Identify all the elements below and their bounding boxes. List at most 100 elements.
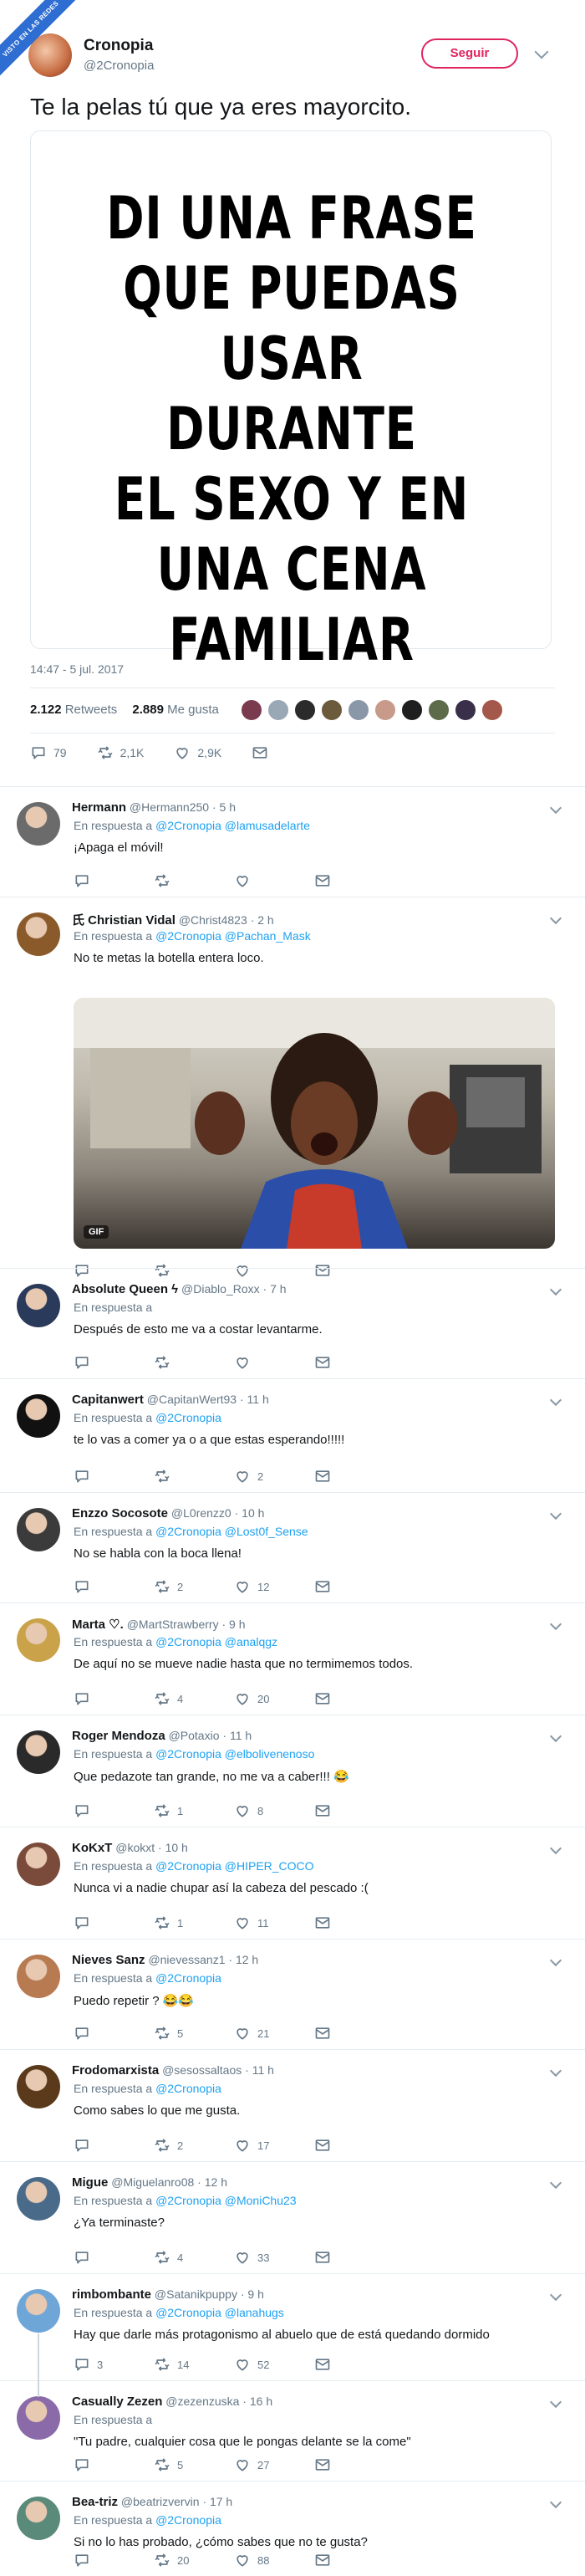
follow-button[interactable]: Seguir (421, 38, 518, 69)
reply-mentions[interactable]: @2Cronopia @Lost0f_Sense (155, 1525, 308, 1538)
reply-time[interactable]: 2 h (257, 913, 273, 927)
reply-time[interactable]: 16 h (250, 2395, 272, 2408)
avatar[interactable] (401, 699, 423, 721)
retweet-button[interactable]: 2 (154, 2137, 234, 2154)
author-name[interactable]: Nieves Sanz (72, 1953, 145, 1967)
avatar[interactable] (267, 699, 289, 721)
author-handle[interactable]: @MartStrawberry (127, 1618, 219, 1631)
reply-time[interactable]: 7 h (270, 1282, 286, 1296)
gif-media[interactable]: GIF (74, 998, 555, 1249)
reply-tweet[interactable]: Roger Mendoza @Potaxio · 11 h En respues… (0, 1715, 585, 1827)
author-name[interactable]: Roger Mendoza (72, 1729, 165, 1743)
avatar[interactable] (428, 699, 450, 721)
message-button[interactable] (314, 1468, 394, 1485)
chevron-down-icon[interactable] (549, 912, 562, 925)
reply-mentions[interactable]: @2Cronopia @MoniChu23 (155, 2194, 297, 2207)
author-handle[interactable]: @CapitanWert93 (147, 1393, 237, 1406)
like-button[interactable]: 17 (234, 2137, 314, 2154)
reply-mentions[interactable]: @2Cronopia @Pachan_Mask (155, 929, 311, 943)
like-button[interactable]: 2,9K (174, 744, 221, 761)
like-button[interactable]: 11 (234, 1914, 314, 1931)
reply-time[interactable]: 11 h (230, 1729, 252, 1742)
reply-mentions[interactable]: @2Cronopia (155, 1971, 221, 1985)
author-handle[interactable]: @zezenzuska (165, 2395, 239, 2408)
chevron-down-icon[interactable] (549, 1730, 562, 1743)
reply-time[interactable]: 12 h (205, 2175, 227, 2189)
avatar[interactable] (455, 699, 476, 721)
retweet-button[interactable]: 5 (154, 2025, 234, 2042)
like-button[interactable]: 33 (234, 2249, 314, 2266)
reply-button[interactable] (74, 1578, 154, 1595)
author-name[interactable]: Enzzo Socosote (72, 1506, 168, 1521)
avatar[interactable] (348, 699, 369, 721)
author-name[interactable]: Bea-triz (72, 2495, 118, 2509)
avatar[interactable] (17, 1284, 60, 1327)
author-handle[interactable]: @Hermann250 (130, 800, 209, 814)
author-handle[interactable]: @2Cronopia (84, 59, 154, 73)
author-name[interactable]: Frodomarxista (72, 2063, 159, 2078)
retweet-button[interactable]: 4 (154, 1690, 234, 1707)
retweet-button[interactable]: 5 (154, 2456, 234, 2473)
reply-tweet[interactable]: rimbombante @Satanikpuppy · 9 h En respu… (0, 2273, 585, 2380)
reply-button[interactable] (74, 1354, 154, 1371)
reply-time[interactable]: 10 h (242, 1506, 264, 1520)
author-handle[interactable]: @Christ4823 (179, 913, 247, 927)
chevron-down-icon[interactable] (549, 2064, 562, 2078)
author-name[interactable]: Hermann (72, 800, 126, 815)
reply-mentions[interactable]: @2Cronopia @HIPER_COCO (155, 1859, 314, 1873)
retweet-button[interactable]: 2,1K (97, 744, 144, 761)
author-name[interactable]: Absolute Queen ϟ (72, 1282, 178, 1296)
message-button[interactable] (314, 1578, 394, 1595)
reply-mentions[interactable]: @2Cronopia (155, 1411, 221, 1424)
reply-tweet[interactable]: Nieves Sanz @nievessanz1 · 12 h En respu… (0, 1939, 585, 2049)
avatar[interactable] (17, 1730, 60, 1774)
reply-time[interactable]: 10 h (165, 1841, 188, 1854)
chevron-down-icon[interactable] (534, 44, 549, 59)
like-button[interactable]: 21 (234, 2025, 314, 2042)
reply-button[interactable] (74, 2025, 154, 2042)
avatar[interactable] (321, 699, 343, 721)
reply-time[interactable]: 17 h (210, 2495, 232, 2508)
reply-button[interactable] (74, 1914, 154, 1931)
reply-tweet[interactable]: Marta ♡. @MartStrawberry · 9 h En respue… (0, 1602, 585, 1715)
like-button[interactable] (234, 872, 314, 889)
author-handle[interactable]: @beatrizvervin (121, 2495, 200, 2508)
like-button[interactable]: 52 (234, 2356, 314, 2373)
reply-tweet[interactable]: Migue @Miguelanro08 · 12 h En respuesta … (0, 2161, 585, 2273)
message-button[interactable] (314, 1690, 394, 1707)
reply-tweet[interactable]: Casually Zezen @zezenzuska · 16 h En res… (0, 2380, 585, 2481)
reply-tweet[interactable]: Enzzo Socosote @L0renzz0 · 10 h En respu… (0, 1492, 585, 1602)
author-name[interactable]: Marta ♡. (72, 1618, 124, 1632)
like-button[interactable]: 8 (234, 1802, 314, 1819)
retweet-button[interactable]: 1 (154, 1914, 234, 1931)
author-handle[interactable]: @kokxt (115, 1841, 155, 1854)
avatar[interactable] (17, 2065, 60, 2108)
avatar[interactable] (17, 2289, 60, 2333)
chevron-down-icon[interactable] (549, 1283, 562, 1296)
reply-mentions[interactable]: @2Cronopia @lanahugs (155, 2306, 284, 2319)
reply-button[interactable] (74, 1690, 154, 1707)
chevron-down-icon[interactable] (549, 1842, 562, 1855)
author-name[interactable]: Casually Zezen (72, 2395, 162, 2409)
chevron-down-icon[interactable] (549, 801, 562, 815)
reply-tweet[interactable]: Capitanwert @CapitanWert93 · 11 h En res… (0, 1378, 585, 1492)
chevron-down-icon[interactable] (549, 2176, 562, 2190)
reply-button[interactable] (74, 2552, 154, 2568)
author-handle[interactable]: @Miguelanro08 (111, 2175, 194, 2189)
reply-time[interactable]: 9 h (229, 1618, 245, 1631)
retweet-button[interactable]: 20 (154, 2552, 234, 2568)
like-count[interactable]: 2.889 (132, 703, 164, 717)
message-button[interactable] (314, 1914, 394, 1931)
reply-tweet[interactable]: Frodomarxista @sesossaltaos · 11 h En re… (0, 2049, 585, 2161)
message-button[interactable] (314, 1802, 394, 1819)
like-button[interactable]: 2 (234, 1468, 314, 1485)
avatar[interactable] (481, 699, 503, 721)
avatar[interactable] (17, 1618, 60, 1662)
message-button[interactable] (314, 2356, 394, 2373)
message-button[interactable] (314, 2552, 394, 2568)
retweet-button[interactable] (154, 872, 234, 889)
like-button[interactable] (234, 1354, 314, 1371)
author-handle[interactable]: @Potaxio (169, 1729, 220, 1742)
message-button[interactable] (252, 744, 275, 761)
reply-mentions[interactable]: @2Cronopia (155, 2513, 221, 2527)
